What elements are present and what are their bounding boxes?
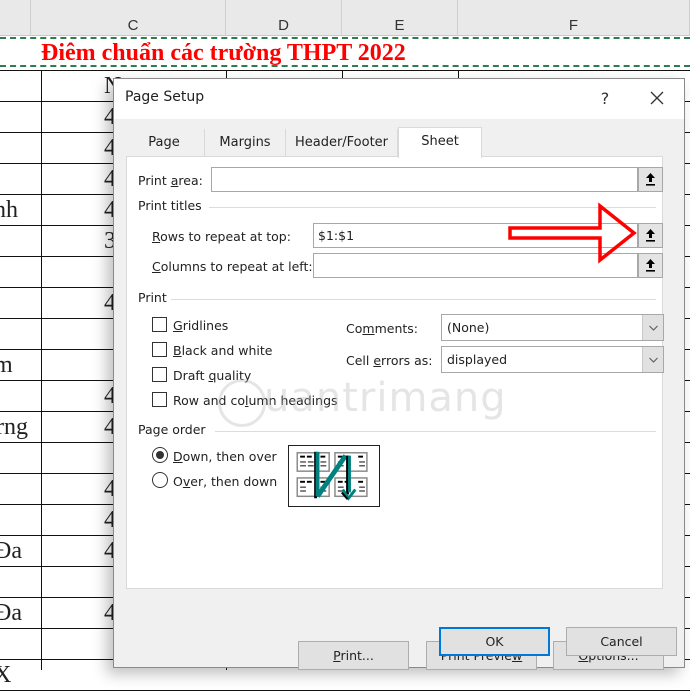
print-area-input[interactable] xyxy=(211,167,638,192)
sheet-tab-panel: Print area: Print titles Rows to repeat … xyxy=(126,156,664,670)
black-and-white-label: Black and white xyxy=(173,343,273,358)
row-column-headings-checkbox[interactable] xyxy=(152,392,167,407)
close-icon xyxy=(650,91,664,105)
over-then-down-radio[interactable] xyxy=(152,472,168,488)
help-button[interactable]: ? xyxy=(592,85,618,113)
collapse-dialog-icon xyxy=(646,229,655,242)
cancel-button[interactable]: Cancel xyxy=(566,627,677,656)
print-area-collapse-button[interactable] xyxy=(638,167,663,192)
down-then-over-radio[interactable] xyxy=(152,447,168,463)
dialog-titlebar[interactable]: Page Setup ? xyxy=(114,79,684,119)
print-area-label: Print area: xyxy=(138,173,203,188)
page-setup-dialog: Page Setup ? Page Margins Header/Footer … xyxy=(113,78,685,670)
column-header-e[interactable]: E xyxy=(342,0,458,36)
print-titles-divider xyxy=(209,207,656,208)
black-and-white-checkbox[interactable] xyxy=(152,342,167,357)
title-row: Điêm chuẩn các trường THPT 2022 xyxy=(0,37,690,67)
sheet-title-cell[interactable]: Điêm chuẩn các trường THPT 2022 xyxy=(41,39,406,67)
rows-to-repeat-input[interactable]: $1:$1 xyxy=(313,223,638,248)
chevron-down-icon xyxy=(649,325,658,331)
gridlines-checkbox[interactable] xyxy=(152,317,167,332)
print-group-label: Print xyxy=(138,290,167,305)
tab-header-footer[interactable]: Header/Footer xyxy=(286,129,398,157)
comments-dropdown-button[interactable] xyxy=(642,315,663,340)
print-divider xyxy=(171,299,656,300)
cell-value[interactable]: nh xyxy=(0,196,18,224)
columns-to-repeat-collapse-button[interactable] xyxy=(638,253,663,278)
columns-to-repeat-label: Columns to repeat at left: xyxy=(152,259,313,274)
page-order-down-then-over-icon xyxy=(296,451,368,501)
rows-to-repeat-label: Rows to repeat at top: xyxy=(152,229,291,244)
cell-value[interactable]: Đa xyxy=(0,599,22,627)
cell-value[interactable]: m xyxy=(0,351,13,379)
column-header-bar: C D E F xyxy=(0,0,690,36)
cell-value[interactable]: Đa xyxy=(0,537,22,565)
gridlines-label: Gridlines xyxy=(173,318,229,333)
tab-sheet[interactable]: Sheet xyxy=(398,127,482,158)
dialog-title: Page Setup xyxy=(125,89,205,105)
page-order-preview xyxy=(288,445,380,507)
print-button[interactable]: Print... xyxy=(298,641,409,670)
cell-errors-value: displayed xyxy=(447,352,508,367)
down-then-over-label: Down, then over xyxy=(173,449,277,464)
cell-value[interactable]: X xyxy=(0,661,11,689)
draft-quality-label: Draft quality xyxy=(173,368,252,383)
rows-to-repeat-collapse-button[interactable] xyxy=(638,223,663,248)
cell-errors-label: Cell errors as: xyxy=(346,353,433,368)
grid-row-line xyxy=(0,70,690,71)
collapse-dialog-icon xyxy=(646,259,655,272)
close-button[interactable] xyxy=(642,83,672,113)
draft-quality-checkbox[interactable] xyxy=(152,367,167,382)
tab-page[interactable]: Page xyxy=(124,129,205,157)
grid-column-line xyxy=(41,70,42,670)
column-header-c[interactable]: C xyxy=(41,0,226,36)
ok-button[interactable]: OK xyxy=(439,627,550,656)
select-all-corner[interactable] xyxy=(0,0,31,36)
comments-value: (None) xyxy=(447,320,490,335)
page-order-divider xyxy=(215,431,656,432)
cell-value[interactable]: rng xyxy=(0,413,28,441)
row-column-headings-label: Row and column headings xyxy=(173,393,338,408)
column-header-d[interactable]: D xyxy=(226,0,342,36)
comments-select[interactable]: (None) xyxy=(441,314,664,341)
chevron-down-icon xyxy=(649,357,658,363)
print-titles-group-label: Print titles xyxy=(138,198,202,213)
column-header-f[interactable]: F xyxy=(458,0,690,36)
tab-margins[interactable]: Margins xyxy=(205,129,286,157)
cell-errors-select[interactable]: displayed xyxy=(441,346,664,373)
page-order-group-label: Page order xyxy=(138,422,206,437)
comments-label: Comments: xyxy=(346,321,418,336)
cell-errors-dropdown-button[interactable] xyxy=(642,347,663,372)
over-then-down-label: Over, then down xyxy=(173,474,278,489)
collapse-dialog-icon xyxy=(646,173,655,186)
columns-to-repeat-input[interactable] xyxy=(313,253,638,278)
